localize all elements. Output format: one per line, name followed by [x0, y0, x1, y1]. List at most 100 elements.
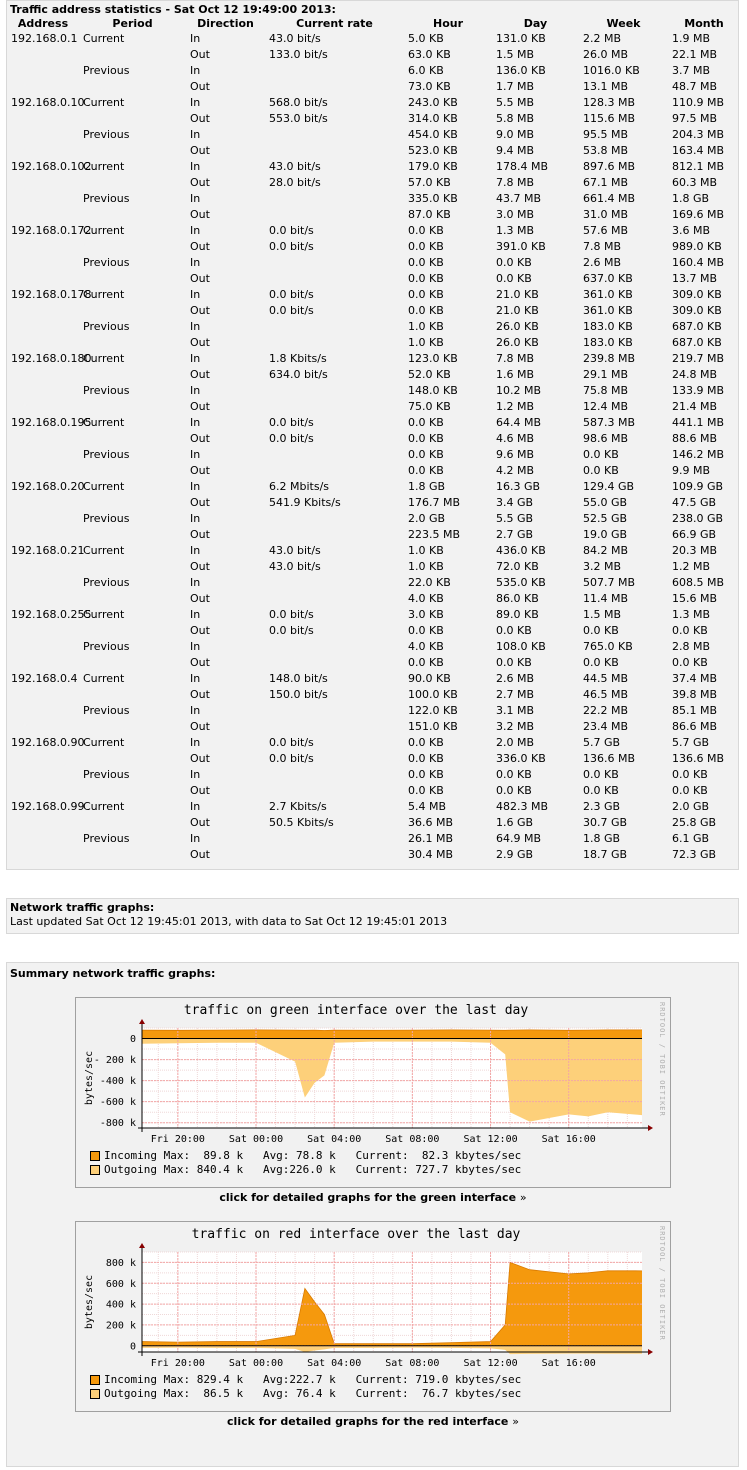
table-cell: 148.0 KB	[408, 383, 458, 397]
table-cell: Current	[83, 287, 125, 301]
table-cell: 2.3 GB	[583, 799, 621, 813]
table-cell: In	[190, 319, 201, 333]
table-cell: 2.8 MB	[672, 639, 711, 653]
table-cell: 0.0 bit/s	[269, 287, 314, 301]
table-cell: 37.4 MB	[672, 671, 718, 685]
table-cell	[7, 238, 79, 254]
table-cell: Previous	[83, 511, 130, 525]
table-cell: 110.9 MB	[672, 95, 725, 109]
table-cell: Current	[83, 799, 125, 813]
table-cell: Current	[83, 543, 125, 557]
table-cell: 608.5 MB	[672, 575, 725, 589]
table-cell	[7, 78, 79, 94]
table-cell: Out	[190, 399, 210, 413]
table-cell	[7, 126, 79, 142]
table-cell	[265, 510, 404, 526]
table-cell: 361.0 KB	[583, 287, 633, 301]
table-row: Previous In 335.0 KB 43.7 MB 661.4 MB 1.8 GB	[7, 190, 740, 206]
table-row: Out 0.0 KB 0.0 KB 0.0 KB 0.0 KB	[7, 782, 740, 798]
x-tick-label: Fri 20:00	[151, 1358, 205, 1369]
table-row: 192.168.0.4 Current In 148.0 bit/s 90.0 KB 2.…	[7, 670, 740, 686]
table-cell: 122.0 KB	[408, 703, 458, 717]
table-cell	[79, 622, 186, 638]
red-detail-link-text[interactable]: click for detailed graphs for the red in…	[227, 1415, 508, 1428]
table-row: Out 151.0 KB 3.2 MB 23.4 MB 86.6 MB	[7, 718, 740, 734]
table-cell	[265, 334, 404, 350]
table-cell: 46.5 MB	[583, 687, 629, 701]
table-cell: 687.0 KB	[672, 335, 722, 349]
table-cell: 28.0 bit/s	[269, 175, 321, 189]
table-cell: 136.6 MB	[583, 751, 636, 765]
table-cell: 3.1 MB	[496, 703, 535, 717]
table-cell: 0.0 bit/s	[269, 431, 314, 445]
table-cell	[265, 190, 404, 206]
table-cell	[79, 782, 186, 798]
table-cell: 192.168.0.21	[11, 543, 85, 557]
y-tick-label: -600 k	[100, 1097, 136, 1108]
table-cell	[79, 110, 186, 126]
table-cell: 31.0 MB	[583, 207, 629, 221]
table-cell: 72.3 GB	[672, 847, 717, 861]
table-cell: 0.0 KB	[583, 783, 619, 797]
table-cell: 1.8 GB	[672, 191, 710, 205]
table-cell: 133.0 bit/s	[269, 47, 328, 61]
table-cell: Out	[190, 431, 210, 445]
table-cell: Out	[190, 495, 210, 509]
table-cell	[265, 62, 404, 78]
table-cell: 192.168.0.180	[11, 351, 92, 365]
table-cell: 361.0 KB	[583, 303, 633, 317]
green-detail-link[interactable]: click for detailed graphs for the green …	[75, 1191, 671, 1204]
y-axis-label: bytes/sec	[84, 1275, 95, 1329]
table-row: 192.168.0.99 Current In 2.7 Kbits/s 5.4 MB 48…	[7, 798, 740, 814]
y-axis-arrow-icon	[139, 1243, 145, 1248]
table-cell: 136.6 MB	[672, 751, 725, 765]
x-tick-label: Sat 16:00	[542, 1134, 596, 1145]
table-cell: 123.0 KB	[408, 351, 458, 365]
table-cell: 5.7 GB	[583, 735, 621, 749]
table-cell	[265, 142, 404, 158]
table-cell: 87.0 KB	[408, 207, 451, 221]
table-cell: 0.0 KB	[408, 271, 444, 285]
table-cell: 1.8 Kbits/s	[269, 351, 327, 365]
table-cell: 10.2 MB	[496, 383, 542, 397]
table-cell: 0.0 KB	[672, 767, 708, 781]
table-cell	[265, 638, 404, 654]
table-cell: 151.0 KB	[408, 719, 458, 733]
table-cell: 5.4 MB	[408, 799, 447, 813]
table-cell: 100.0 KB	[408, 687, 458, 701]
table-cell: 897.6 MB	[583, 159, 636, 173]
table-row: Out 150.0 bit/s 100.0 KB 2.7 MB 46.5 MB 39.8 …	[7, 686, 740, 702]
table-cell: 192.168.0.10	[11, 95, 85, 109]
table-cell: 22.2 MB	[583, 703, 629, 717]
table-row: Out 133.0 bit/s 63.0 KB 1.5 MB 26.0 MB 22.1 M…	[7, 46, 740, 62]
x-axis-arrow-icon	[648, 1125, 653, 1131]
table-cell	[7, 270, 79, 286]
red-interface-graph[interactable]: traffic on red interface over the last d…	[75, 1221, 671, 1412]
column-header: Day	[523, 16, 548, 30]
table-cell: 15.6 MB	[672, 591, 718, 605]
table-cell: 687.0 KB	[672, 319, 722, 333]
table-cell: 0.0 KB	[583, 447, 619, 461]
table-cell: 63.0 KB	[408, 47, 451, 61]
green-interface-graph[interactable]: traffic on green interface over the last…	[75, 997, 671, 1188]
table-cell: 52.5 GB	[583, 511, 628, 525]
table-cell: 0.0 KB	[408, 239, 444, 253]
table-cell: In	[190, 415, 201, 429]
table-cell	[7, 654, 79, 670]
table-cell: Previous	[83, 191, 130, 205]
table-cell: 192.168.0.90	[11, 735, 85, 749]
table-cell: Out	[190, 239, 210, 253]
table-cell: Out	[190, 783, 210, 797]
green-detail-link-text[interactable]: click for detailed graphs for the green …	[219, 1191, 516, 1204]
table-cell	[79, 174, 186, 190]
table-cell: 30.4 MB	[408, 847, 454, 861]
table-cell	[79, 206, 186, 222]
table-cell	[7, 622, 79, 638]
table-cell: 2.9 GB	[496, 847, 534, 861]
table-cell: 634.0 bit/s	[269, 367, 328, 381]
red-detail-link[interactable]: click for detailed graphs for the red in…	[75, 1415, 671, 1428]
table-cell	[265, 126, 404, 142]
table-cell	[7, 334, 79, 350]
table-row: Out 43.0 bit/s 1.0 KB 72.0 KB 3.2 MB 1.2 MB	[7, 558, 740, 574]
table-cell	[7, 174, 79, 190]
